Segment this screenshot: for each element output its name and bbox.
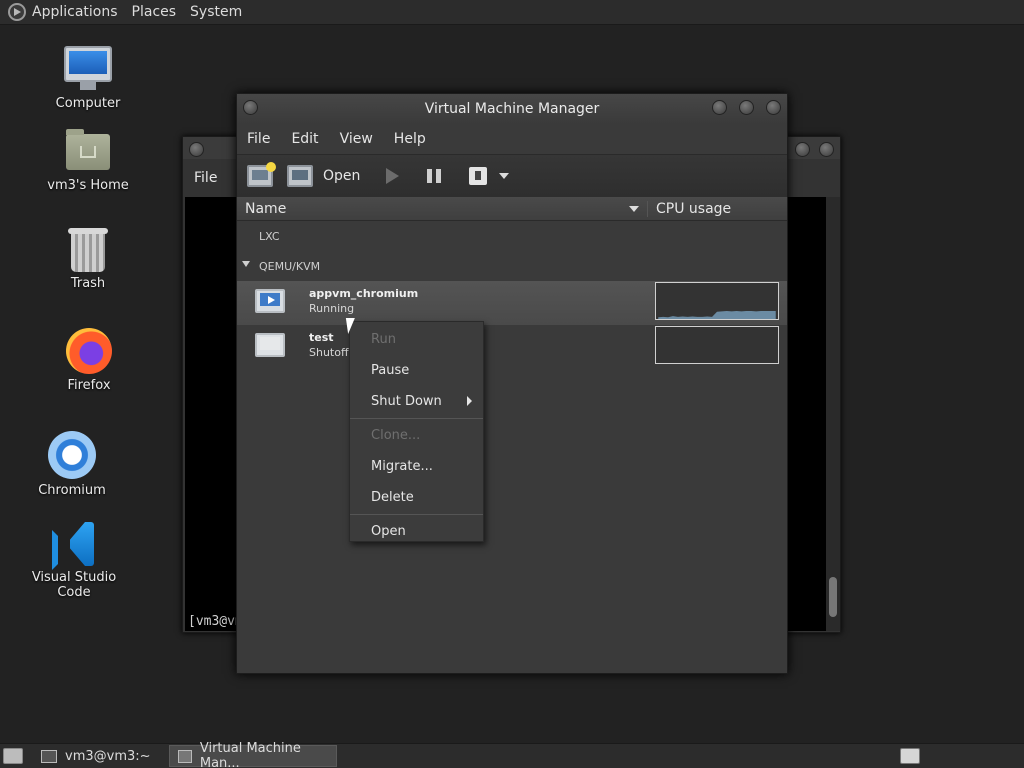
vm-running-icon — [255, 289, 285, 313]
show-desktop-icon[interactable] — [3, 748, 23, 764]
sort-arrow-icon — [629, 205, 639, 212]
terminal-task-icon — [41, 749, 57, 763]
vscode-icon — [52, 522, 96, 566]
open-console-icon[interactable] — [287, 165, 313, 187]
desktop-home-label: vm3's Home — [47, 178, 129, 193]
vmm-window-menu-button[interactable] — [243, 100, 258, 115]
terminal-file-menu[interactable]: File — [194, 170, 217, 186]
desktop-home[interactable]: vm3's Home — [33, 129, 143, 193]
desktop-chromium-label: Chromium — [38, 483, 106, 498]
desktop-computer-label: Computer — [55, 96, 121, 111]
shutdown-icon[interactable] — [469, 167, 488, 185]
pause-icon[interactable] — [427, 169, 442, 183]
vm-list[interactable]: LXC QEMU/KVM appvm_chromium Running test… — [237, 221, 787, 671]
vmm-edit-menu[interactable]: Edit — [291, 131, 318, 147]
desktop-computer[interactable]: Computer — [33, 46, 143, 111]
terminal-menu-button[interactable] — [189, 142, 204, 157]
vm-row[interactable]: test Shutoff — [237, 325, 787, 369]
terminal-minimize-button[interactable] — [795, 142, 810, 157]
cpu-usage-graph — [655, 326, 779, 364]
task-terminal[interactable]: vm3@vm3:~ — [33, 745, 159, 767]
firefox-icon — [66, 328, 112, 374]
vmm-close-button[interactable] — [766, 100, 781, 115]
desktop-chromium[interactable]: Chromium — [17, 431, 127, 498]
terminal-prompt: [vm3@vm — [188, 614, 243, 629]
vmm-task-icon — [177, 749, 192, 763]
menu-logo-icon[interactable] — [8, 3, 26, 21]
context-open[interactable]: Open — [350, 516, 483, 547]
desktop-trash-label: Trash — [70, 276, 106, 291]
home-folder-icon — [66, 129, 110, 170]
terminal-scrollbar[interactable] — [826, 197, 840, 631]
bottom-taskbar: vm3@vm3:~ Virtual Machine Man... — [0, 741, 1024, 768]
desktop-firefox-label: Firefox — [67, 378, 111, 393]
submenu-arrow-icon — [467, 396, 472, 406]
vmm-toolbar: Open — [237, 154, 787, 197]
vmm-menubar: File Edit View Help — [237, 124, 787, 154]
workspace-switcher-icon[interactable] — [900, 748, 920, 764]
name-column-header[interactable]: Name — [237, 201, 647, 217]
context-migrate[interactable]: Migrate... — [350, 451, 483, 482]
computer-icon — [64, 46, 112, 90]
vm-status: Shutoff — [309, 346, 349, 359]
system-menu[interactable]: System — [190, 4, 242, 20]
vm-name: test — [309, 331, 334, 344]
context-shutdown-label: Shut Down — [371, 394, 442, 409]
vm-name: appvm_chromium — [309, 287, 419, 300]
shutdown-dropdown-icon[interactable] — [499, 173, 510, 179]
context-separator — [350, 514, 483, 515]
context-pause[interactable]: Pause — [350, 355, 483, 386]
desktop-trash[interactable]: Trash — [33, 228, 143, 291]
vmm-titlebar[interactable]: Virtual Machine Manager — [237, 94, 787, 124]
new-vm-icon[interactable] — [247, 162, 276, 187]
vmm-window[interactable]: Virtual Machine Manager File Edit View H… — [236, 93, 788, 674]
cpu-usage-graph — [655, 282, 779, 320]
vmm-view-menu[interactable]: View — [340, 131, 373, 147]
vmm-help-menu[interactable]: Help — [394, 131, 426, 147]
top-panel: Applications Places System — [0, 0, 1024, 25]
chromium-icon — [48, 431, 96, 479]
group-lxc[interactable]: LXC — [259, 230, 280, 243]
vmm-title: Virtual Machine Manager — [424, 101, 600, 117]
vmm-minimize-button[interactable] — [712, 100, 727, 115]
task-vmm-label: Virtual Machine Man... — [199, 741, 301, 768]
desktop-vscode[interactable]: Visual Studio Code — [19, 522, 129, 600]
vm-status: Running — [309, 302, 355, 315]
cpu-column-header[interactable]: CPU usage — [647, 200, 732, 217]
cpu-usage-area — [658, 311, 776, 319]
open-button[interactable]: Open — [323, 168, 360, 184]
vm-list-header: Name CPU usage — [237, 197, 787, 221]
applications-menu[interactable]: Applications — [32, 4, 118, 20]
expand-arrow-icon[interactable] — [242, 261, 250, 267]
task-vmm[interactable]: Virtual Machine Man... — [168, 741, 337, 768]
context-delete[interactable]: Delete — [350, 482, 483, 513]
context-separator — [350, 418, 483, 419]
places-menu[interactable]: Places — [132, 4, 177, 20]
vm-context-menu: Run Pause Shut Down Clone... Migrate... … — [349, 321, 484, 542]
vmm-maximize-button[interactable] — [739, 100, 754, 115]
cpu-column-label: CPU usage — [656, 200, 732, 217]
vm-shutoff-icon — [255, 333, 285, 357]
desktop-firefox[interactable]: Firefox — [34, 328, 144, 393]
context-shutdown[interactable]: Shut Down — [350, 386, 483, 417]
trash-icon — [68, 228, 108, 272]
vmm-file-menu[interactable]: File — [247, 131, 270, 147]
vm-row[interactable]: appvm_chromium Running — [237, 281, 787, 325]
context-clone: Clone... — [371, 428, 421, 443]
desktop-vscode-label: Visual Studio Code — [31, 570, 117, 600]
task-terminal-label: vm3@vm3:~ — [65, 748, 151, 764]
terminal-scroll-thumb[interactable] — [829, 577, 837, 617]
name-column-label: Name — [245, 200, 287, 217]
run-icon[interactable] — [386, 168, 400, 184]
terminal-maximize-button[interactable] — [819, 142, 834, 157]
context-run: Run — [371, 332, 396, 347]
group-qemu[interactable]: QEMU/KVM — [259, 260, 320, 273]
